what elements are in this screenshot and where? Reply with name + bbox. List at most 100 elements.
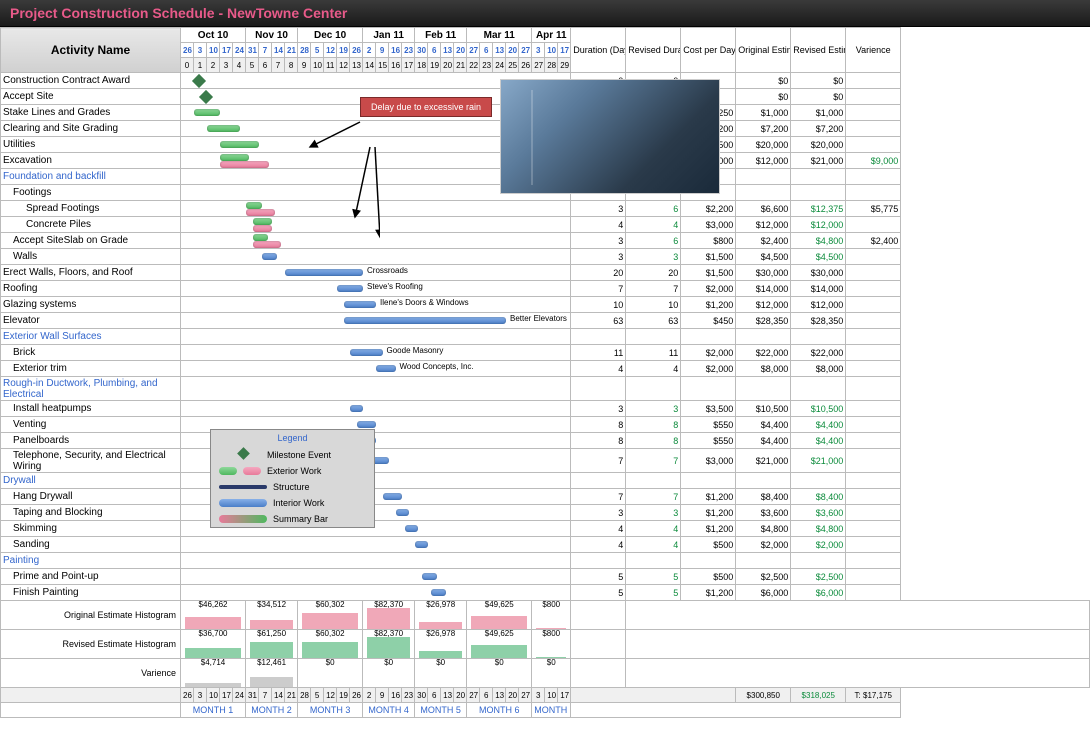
activity-name[interactable]: Spread Footings bbox=[1, 201, 181, 217]
activity-name[interactable]: Footings bbox=[1, 185, 181, 201]
gantt-bar[interactable] bbox=[396, 509, 409, 516]
gantt-bar[interactable] bbox=[285, 269, 363, 276]
gantt-bar-revised[interactable] bbox=[253, 225, 273, 232]
activity-name[interactable]: Foundation and backfill bbox=[1, 169, 181, 185]
gantt-bar[interactable] bbox=[220, 141, 259, 148]
hist-bar bbox=[250, 677, 293, 687]
gantt-bar[interactable] bbox=[422, 573, 438, 580]
hist-label: Revised Estimate Histogram bbox=[1, 630, 181, 659]
title-bar: Project Construction Schedule - NewTowne… bbox=[0, 0, 1090, 27]
gantt-bar-revised[interactable] bbox=[253, 241, 282, 248]
footer-month: MONTH 3 bbox=[298, 703, 363, 718]
activity-name[interactable]: Roofing bbox=[1, 281, 181, 297]
activity-name[interactable]: Skimming bbox=[1, 521, 181, 537]
footer-month: MONTH 1 bbox=[181, 703, 246, 718]
hist-label: Varience bbox=[1, 659, 181, 688]
activity-name[interactable]: Telephone, Security, and Electrical Wiri… bbox=[1, 449, 181, 473]
activity-name[interactable]: Install heatpumps bbox=[1, 401, 181, 417]
cost-header: Revised Estimate bbox=[791, 28, 846, 73]
activity-name[interactable]: Erect Walls, Floors, and Roof bbox=[1, 265, 181, 281]
footer-month: MONTH 6 bbox=[467, 703, 532, 718]
gantt-bar-revised[interactable] bbox=[220, 161, 269, 168]
hist-bar bbox=[471, 616, 527, 629]
gantt-bar[interactable] bbox=[246, 202, 262, 209]
activity-name[interactable]: Painting bbox=[1, 553, 181, 569]
gantt-bar[interactable] bbox=[207, 125, 240, 132]
page-title: Project Construction Schedule - NewTowne… bbox=[10, 5, 1080, 21]
activity-name[interactable]: Drywall bbox=[1, 473, 181, 489]
footer-month: MONTH 7 bbox=[532, 703, 571, 718]
gantt-bar[interactable] bbox=[415, 541, 428, 548]
month-header: Dec 10 bbox=[298, 28, 363, 43]
gantt-bar[interactable] bbox=[350, 405, 363, 412]
activity-name[interactable]: Rough-in Ductwork, Plumbing, and Electri… bbox=[1, 377, 181, 401]
activity-name[interactable]: Prime and Point-up bbox=[1, 569, 181, 585]
hist-bar bbox=[419, 651, 462, 658]
hist-bar bbox=[471, 645, 527, 658]
gantt-bar[interactable] bbox=[337, 285, 363, 292]
activity-name[interactable]: Exterior trim bbox=[1, 361, 181, 377]
activity-name[interactable]: Elevator bbox=[1, 313, 181, 329]
hist-bar bbox=[302, 613, 358, 629]
activity-name[interactable]: Accept SiteSlab on Grade bbox=[1, 233, 181, 249]
footer-month: MONTH 5 bbox=[415, 703, 467, 718]
activity-name[interactable]: Excavation bbox=[1, 153, 181, 169]
milestone[interactable] bbox=[198, 90, 212, 104]
gantt-bar[interactable] bbox=[344, 317, 507, 324]
gantt-bar[interactable] bbox=[405, 525, 418, 532]
activity-name[interactable]: Concrete Piles bbox=[1, 217, 181, 233]
activity-name[interactable]: Panelboards bbox=[1, 433, 181, 449]
month-header: Oct 10 bbox=[181, 28, 246, 43]
activity-name[interactable]: Brick bbox=[1, 345, 181, 361]
activity-name[interactable]: Sanding bbox=[1, 537, 181, 553]
legend: Legend Milestone Event Exterior Work Str… bbox=[210, 429, 375, 528]
footer-month: MONTH 4 bbox=[363, 703, 415, 718]
gantt-bar[interactable] bbox=[376, 365, 396, 372]
cost-header: Duration (Days) bbox=[571, 28, 626, 73]
cost-header: Cost per Day bbox=[681, 28, 736, 73]
activity-header: Activity Name bbox=[1, 28, 181, 73]
gantt-bar[interactable] bbox=[194, 109, 220, 116]
month-header: Apr 11 bbox=[532, 28, 571, 43]
activity-name[interactable]: Exterior Wall Surfaces bbox=[1, 329, 181, 345]
gantt-bar[interactable] bbox=[383, 493, 403, 500]
gantt-bar[interactable] bbox=[344, 301, 377, 308]
hist-bar bbox=[419, 622, 462, 629]
activity-name[interactable]: Clearing and Site Grading bbox=[1, 121, 181, 137]
activity-name[interactable]: Accept Site bbox=[1, 89, 181, 105]
month-header: Mar 11 bbox=[467, 28, 532, 43]
hist-bar bbox=[302, 642, 358, 658]
legend-title: Legend bbox=[211, 430, 374, 446]
activity-name[interactable]: Stake Lines and Grades bbox=[1, 105, 181, 121]
activity-name[interactable]: Taping and Blocking bbox=[1, 505, 181, 521]
cost-header: Revised Duration bbox=[626, 28, 681, 73]
footer-month: MONTH 2 bbox=[246, 703, 298, 718]
delay-callout: Delay due to excessive rain bbox=[360, 97, 492, 117]
hist-label: Original Estimate Histogram bbox=[1, 601, 181, 630]
gantt-bar-revised[interactable] bbox=[246, 209, 275, 216]
activity-name[interactable]: Walls bbox=[1, 249, 181, 265]
month-header: Feb 11 bbox=[415, 28, 467, 43]
activity-name[interactable]: Venting bbox=[1, 417, 181, 433]
gantt-bar[interactable] bbox=[253, 218, 273, 225]
milestone[interactable] bbox=[192, 74, 206, 88]
gantt-bar[interactable] bbox=[253, 234, 269, 241]
gantt-bar[interactable] bbox=[431, 589, 447, 596]
activity-name[interactable]: Finish Painting bbox=[1, 585, 181, 601]
hist-bar bbox=[185, 617, 241, 629]
gantt-bar[interactable] bbox=[350, 349, 383, 356]
gantt-bar[interactable] bbox=[357, 421, 377, 428]
gantt-bar[interactable] bbox=[220, 154, 249, 161]
month-header: Jan 11 bbox=[363, 28, 415, 43]
activity-name[interactable]: Hang Drywall bbox=[1, 489, 181, 505]
building-photo bbox=[500, 79, 720, 194]
gantt-bar[interactable] bbox=[262, 253, 278, 260]
hist-bar bbox=[250, 620, 293, 629]
activity-name[interactable]: Glazing systems bbox=[1, 297, 181, 313]
hist-bar bbox=[367, 637, 410, 658]
cost-header: Original Estimate bbox=[736, 28, 791, 73]
hist-bar bbox=[367, 608, 410, 629]
activity-name[interactable]: Utilities bbox=[1, 137, 181, 153]
activity-name[interactable]: Construction Contract Award bbox=[1, 73, 181, 89]
hist-bar bbox=[185, 683, 241, 687]
